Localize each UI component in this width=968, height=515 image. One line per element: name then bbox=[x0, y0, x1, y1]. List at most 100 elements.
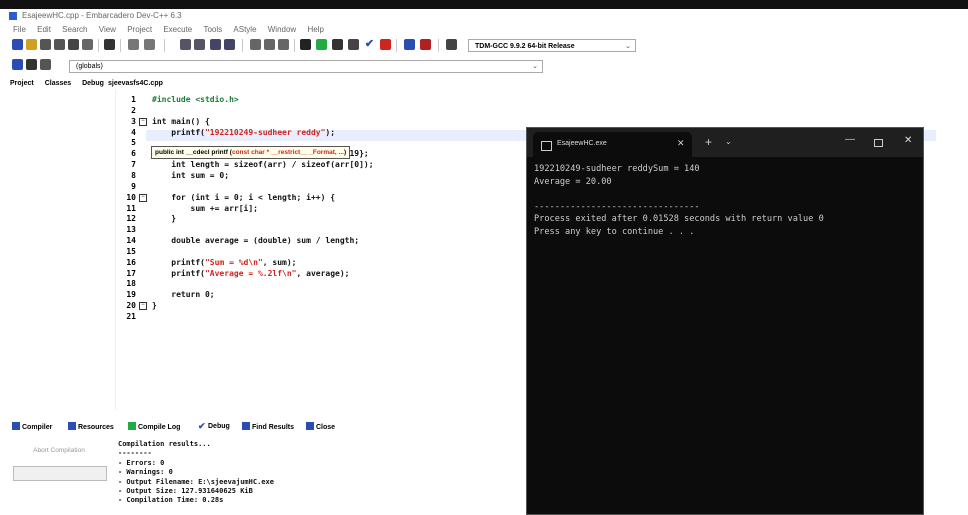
close-tab-icon[interactable]: ✕ bbox=[677, 138, 685, 149]
goto-bookmark-icon[interactable] bbox=[40, 59, 51, 70]
syntax-check-icon[interactable]: ✔ bbox=[364, 39, 375, 50]
hint-params: const char * __restrict__ _Format, ... bbox=[231, 149, 344, 156]
compiler-select[interactable]: TDM-GCC 9.9.2 64-bit Release ⌄ bbox=[468, 39, 636, 52]
add-to-project-icon[interactable] bbox=[250, 39, 261, 50]
undo-icon[interactable] bbox=[128, 39, 139, 50]
tab-debug-output[interactable]: ✔ Debug bbox=[198, 421, 230, 431]
line-number: 16 bbox=[126, 257, 136, 267]
menu-help[interactable]: Help bbox=[307, 25, 323, 34]
abort-compilation-button[interactable]: Abort Compilation bbox=[13, 444, 105, 458]
profile-icon[interactable] bbox=[404, 39, 415, 50]
tab-project[interactable]: Project bbox=[10, 80, 34, 87]
menu-window[interactable]: Window bbox=[268, 25, 296, 34]
tab-debug[interactable]: Debug bbox=[82, 80, 104, 87]
goto-function-icon[interactable] bbox=[224, 39, 235, 50]
new-file-icon[interactable] bbox=[12, 39, 23, 50]
hint-prefix: public int __cdecl printf ( bbox=[155, 149, 232, 156]
line-number: 7 bbox=[131, 160, 136, 170]
line-number: 21 bbox=[126, 312, 136, 321]
rebuild-icon[interactable] bbox=[348, 39, 359, 50]
menu-search[interactable]: Search bbox=[62, 25, 87, 34]
line-number: 13 bbox=[126, 225, 136, 235]
line-number: 14 bbox=[126, 236, 136, 246]
line-number: 10 bbox=[126, 192, 136, 202]
line-number: 8 bbox=[131, 170, 136, 180]
print-icon[interactable] bbox=[104, 39, 115, 50]
line-number: 5 bbox=[131, 138, 136, 148]
remove-from-project-icon[interactable] bbox=[264, 39, 275, 50]
code-line[interactable]: #include <stdio.h> bbox=[152, 95, 239, 104]
debug-icon[interactable] bbox=[446, 39, 457, 50]
menu-execute[interactable]: Execute bbox=[163, 25, 192, 34]
save-icon[interactable] bbox=[40, 39, 51, 50]
line-number: 17 bbox=[126, 268, 136, 278]
console-tab-title: EsajeewHC.exe bbox=[557, 140, 607, 147]
hint-suffix: ) bbox=[343, 149, 347, 156]
line-number: 11 bbox=[126, 203, 136, 213]
line-number: 1 bbox=[131, 95, 136, 104]
find-icon[interactable] bbox=[180, 39, 191, 50]
debug-check-icon: ✔ bbox=[198, 421, 206, 431]
code-line[interactable]: return 0; bbox=[152, 290, 214, 299]
line-number: 9 bbox=[131, 181, 136, 191]
console-window[interactable]: EsajeewHC.exe ✕ + ⌄ — ✕ 192210249-sudhee… bbox=[526, 127, 924, 515]
code-line[interactable]: sum += arr[i]; bbox=[152, 204, 258, 213]
maximize-icon[interactable] bbox=[874, 139, 883, 147]
code-line[interactable]: printf("192210249-sudheer reddy"); bbox=[152, 128, 335, 137]
code-line[interactable]: int length = sizeof(arr) / sizeof(arr[0]… bbox=[152, 160, 373, 169]
tab-classes[interactable]: Classes bbox=[45, 80, 71, 87]
fold-toggle-icon[interactable]: − bbox=[139, 117, 147, 126]
line-number: 4 bbox=[131, 127, 136, 137]
chevron-down-icon[interactable]: ⌄ bbox=[725, 137, 732, 146]
editor-file-tab[interactable]: sjeevasfs4C.cpp bbox=[108, 80, 163, 87]
new-tab-icon[interactable]: + bbox=[705, 135, 712, 149]
tab-find-results[interactable]: Find Results bbox=[242, 422, 294, 431]
line-number: 12 bbox=[126, 214, 136, 224]
close-file-icon[interactable] bbox=[68, 39, 79, 50]
bottom-tabs: Compiler Resources Compile Log ✔ Debug Fi… bbox=[6, 418, 526, 436]
console-tab[interactable]: EsajeewHC.exe ✕ bbox=[533, 132, 692, 157]
tab-compile-log[interactable]: Compile Log bbox=[128, 422, 180, 431]
code-line[interactable]: } bbox=[152, 214, 176, 223]
code-line[interactable]: int main() { bbox=[152, 117, 210, 126]
insert-icon[interactable] bbox=[12, 59, 23, 70]
close-all-icon[interactable] bbox=[82, 39, 93, 50]
project-options-icon[interactable] bbox=[278, 39, 289, 50]
line-number: 2 bbox=[131, 105, 136, 115]
compile-run-icon[interactable] bbox=[332, 39, 343, 50]
save-all-icon[interactable] bbox=[54, 39, 65, 50]
code-line[interactable]: printf("Average = %.2lf\n", average); bbox=[152, 269, 349, 278]
scope-select[interactable]: (globals) ⌄ bbox=[69, 60, 543, 73]
close-window-icon[interactable]: ✕ bbox=[904, 135, 912, 146]
code-line[interactable]: double average = (double) sum / length; bbox=[152, 236, 359, 245]
app-logo-icon bbox=[9, 12, 17, 20]
toggle-bookmark-icon[interactable] bbox=[26, 59, 37, 70]
console-output: 192210249-sudheer reddySum = 140 Average… bbox=[534, 164, 824, 237]
run-icon[interactable] bbox=[316, 39, 327, 50]
scope-select-value: (globals) bbox=[76, 63, 103, 70]
minimize-icon[interactable]: — bbox=[845, 134, 855, 145]
delete-profile-icon[interactable] bbox=[420, 39, 431, 50]
stop-execution-icon[interactable] bbox=[380, 39, 391, 50]
menu-tools[interactable]: Tools bbox=[203, 25, 222, 34]
code-line[interactable]: int sum = 0; bbox=[152, 171, 229, 180]
menu-file[interactable]: File bbox=[13, 25, 26, 34]
menu-edit[interactable]: Edit bbox=[37, 25, 51, 34]
goto-line-icon[interactable] bbox=[210, 39, 221, 50]
redo-icon[interactable] bbox=[144, 39, 155, 50]
tab-compiler[interactable]: Compiler bbox=[12, 422, 52, 431]
open-file-icon[interactable] bbox=[26, 39, 37, 50]
menu-astyle[interactable]: AStyle bbox=[233, 25, 256, 34]
code-line[interactable]: printf("Sum = %d\n", sum); bbox=[152, 258, 296, 267]
fold-toggle-icon[interactable]: − bbox=[139, 302, 147, 311]
compile-icon[interactable] bbox=[300, 39, 311, 50]
menu-project[interactable]: Project bbox=[127, 25, 152, 34]
tab-resources[interactable]: Resources bbox=[68, 422, 114, 431]
code-line[interactable]: } bbox=[152, 301, 157, 310]
menu-view[interactable]: View bbox=[99, 25, 116, 34]
fold-toggle-icon[interactable]: − bbox=[139, 193, 147, 202]
replace-icon[interactable] bbox=[194, 39, 205, 50]
tab-close[interactable]: Close bbox=[306, 422, 335, 431]
compile-progress-bar bbox=[13, 466, 107, 481]
code-line[interactable]: for (int i = 0; i < length; i++) { bbox=[152, 193, 335, 202]
